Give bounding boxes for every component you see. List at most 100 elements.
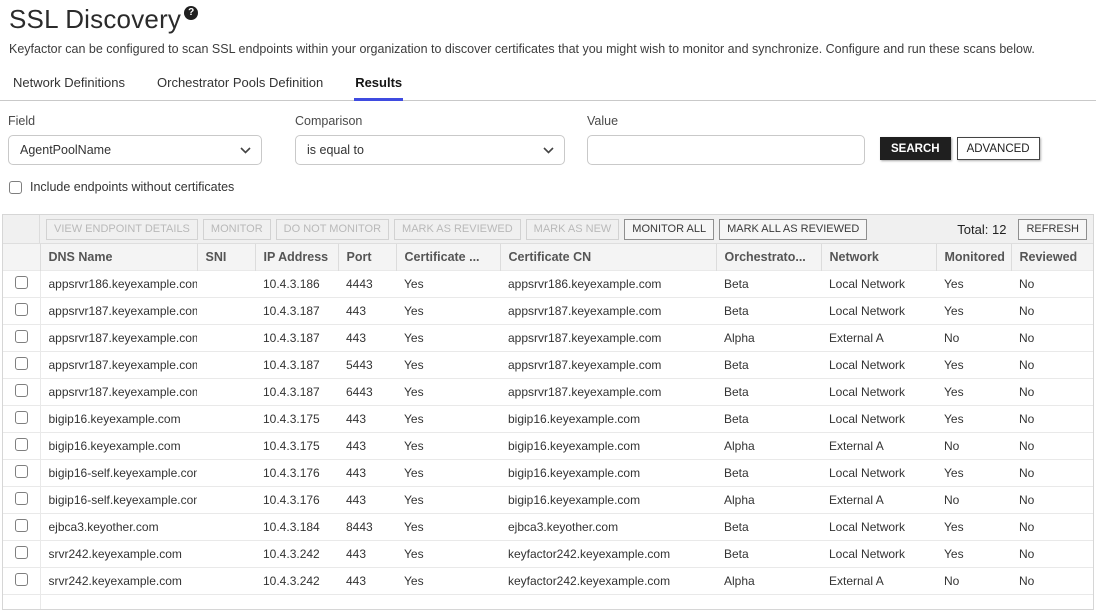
cell-certificate-found: Yes [396,541,500,568]
tab-orchestrator-pools-definition[interactable]: Orchestrator Pools Definition [156,71,324,101]
endpoints-table: DNS Name SNI IP Address Port Certificate… [3,243,1093,609]
row-checkbox[interactable] [15,384,28,397]
cell-network: Local Network [821,271,936,298]
chevron-down-icon [543,147,554,154]
cell-port: 443 [338,568,396,595]
cell-network: External A [821,487,936,514]
cell-orchestrator-pool: Beta [716,298,821,325]
column-header-ip-address[interactable]: IP Address [255,244,338,271]
view-endpoint-details-button[interactable]: VIEW ENDPOINT DETAILS [46,219,198,240]
column-header-network[interactable]: Network [821,244,936,271]
table-row[interactable]: bigip16-self.keyexample.com 10.4.3.176 4… [3,460,1093,487]
table-row[interactable]: ejbca3.keyother.com 10.4.3.184 8443 Yes … [3,514,1093,541]
cell-dns-name: bigip16-self.keyexample.com [40,460,197,487]
row-checkbox[interactable] [15,411,28,424]
cell-certificate-found: Yes [396,271,500,298]
cell-dns-name: ejbca3.keyother.com [40,514,197,541]
cell-orchestrator-pool: Beta [716,514,821,541]
cell-orchestrator-pool: Beta [716,406,821,433]
column-header-port[interactable]: Port [338,244,396,271]
table-row[interactable]: bigip16.keyexample.com 10.4.3.175 443 Ye… [3,406,1093,433]
column-header-orchestrator-pool[interactable]: Orchestrato... [716,244,821,271]
advanced-button[interactable]: ADVANCED [957,137,1040,160]
refresh-button[interactable]: REFRESH [1018,219,1087,240]
cell-dns-name: appsrvr187.keyexample.com [40,325,197,352]
table-row[interactable]: appsrvr187.keyexample.com 10.4.3.187 443… [3,325,1093,352]
comparison-select-value: is equal to [307,143,364,157]
cell-ip-address: 10.4.3.187 [255,325,338,352]
table-row[interactable]: appsrvr187.keyexample.com 10.4.3.187 644… [3,379,1093,406]
cell-orchestrator-pool: Alpha [716,433,821,460]
cell-reviewed: No [1011,487,1093,514]
table-row[interactable]: bigip16.keyexample.com 10.4.3.175 443 Ye… [3,433,1093,460]
cell-ip-address: 10.4.3.187 [255,298,338,325]
row-checkbox[interactable] [15,276,28,289]
table-row[interactable]: appsrvr186.keyexample.com 10.4.3.186 444… [3,271,1093,298]
page-title: SSL Discovery [9,4,181,34]
cell-monitored: Yes [936,379,1011,406]
cell-ip-address: 10.4.3.184 [255,514,338,541]
cell-orchestrator-pool: Beta [716,460,821,487]
cell-monitored: Yes [936,514,1011,541]
value-input[interactable] [587,135,865,165]
column-header-certificate-cn[interactable]: Certificate CN [500,244,716,271]
help-icon[interactable]: ? [184,6,198,20]
row-checkbox[interactable] [15,519,28,532]
cell-certificate-found: Yes [396,514,500,541]
table-row[interactable]: srvr242.keyexample.com 10.4.3.242 443 Ye… [3,541,1093,568]
cell-certificate-cn: bigip16.keyexample.com [500,460,716,487]
search-button[interactable]: SEARCH [880,137,951,160]
cell-certificate-cn: keyfactor242.keyexample.com [500,568,716,595]
row-checkbox[interactable] [15,330,28,343]
total-count: Total: 12 [957,222,1006,237]
comparison-select[interactable]: is equal to [295,135,565,165]
monitor-all-button[interactable]: MONITOR ALL [624,219,714,240]
cell-reviewed: No [1011,325,1093,352]
do-not-monitor-button[interactable]: DO NOT MONITOR [276,219,389,240]
monitor-button[interactable]: MONITOR [203,219,271,240]
tab-network-definitions[interactable]: Network Definitions [12,71,126,101]
cell-reviewed: No [1011,433,1093,460]
cell-reviewed: No [1011,460,1093,487]
table-row[interactable]: bigip16-self.keyexample.com 10.4.3.176 4… [3,487,1093,514]
table-row[interactable]: srvr242.keyexample.com 10.4.3.242 443 Ye… [3,568,1093,595]
cell-reviewed: No [1011,298,1093,325]
include-endpoints-checkbox[interactable] [9,181,22,194]
column-header-reviewed[interactable]: Reviewed [1011,244,1093,271]
cell-certificate-cn: appsrvr186.keyexample.com [500,271,716,298]
tab-results[interactable]: Results [354,71,403,101]
cell-network: Local Network [821,352,936,379]
cell-sni [197,487,255,514]
cell-monitored: Yes [936,352,1011,379]
cell-monitored: No [936,487,1011,514]
table-row[interactable]: appsrvr187.keyexample.com 10.4.3.187 443… [3,298,1093,325]
row-checkbox[interactable] [15,357,28,370]
row-checkbox[interactable] [15,465,28,478]
row-checkbox[interactable] [15,303,28,316]
cell-monitored: No [936,325,1011,352]
mark-all-as-reviewed-button[interactable]: MARK ALL AS REVIEWED [719,219,867,240]
cell-certificate-cn: appsrvr187.keyexample.com [500,379,716,406]
cell-dns-name: bigip16-self.keyexample.com [40,487,197,514]
mark-as-reviewed-button[interactable]: MARK AS REVIEWED [394,219,521,240]
cell-certificate-cn: bigip16.keyexample.com [500,433,716,460]
column-header-dns-name[interactable]: DNS Name [40,244,197,271]
mark-as-new-button[interactable]: MARK AS NEW [526,219,620,240]
cell-certificate-found: Yes [396,487,500,514]
row-checkbox[interactable] [15,573,28,586]
row-checkbox[interactable] [15,438,28,451]
cell-monitored: Yes [936,271,1011,298]
cell-sni [197,298,255,325]
cell-orchestrator-pool: Beta [716,352,821,379]
cell-network: Local Network [821,298,936,325]
column-header-monitored[interactable]: Monitored [936,244,1011,271]
cell-sni [197,352,255,379]
column-header-certificate-found[interactable]: Certificate ... [396,244,500,271]
field-select[interactable]: AgentPoolName [8,135,262,165]
row-checkbox[interactable] [15,546,28,559]
cell-dns-name: appsrvr187.keyexample.com [40,352,197,379]
column-header-sni[interactable]: SNI [197,244,255,271]
row-checkbox[interactable] [15,492,28,505]
cell-ip-address: 10.4.3.176 [255,487,338,514]
table-row[interactable]: appsrvr187.keyexample.com 10.4.3.187 544… [3,352,1093,379]
